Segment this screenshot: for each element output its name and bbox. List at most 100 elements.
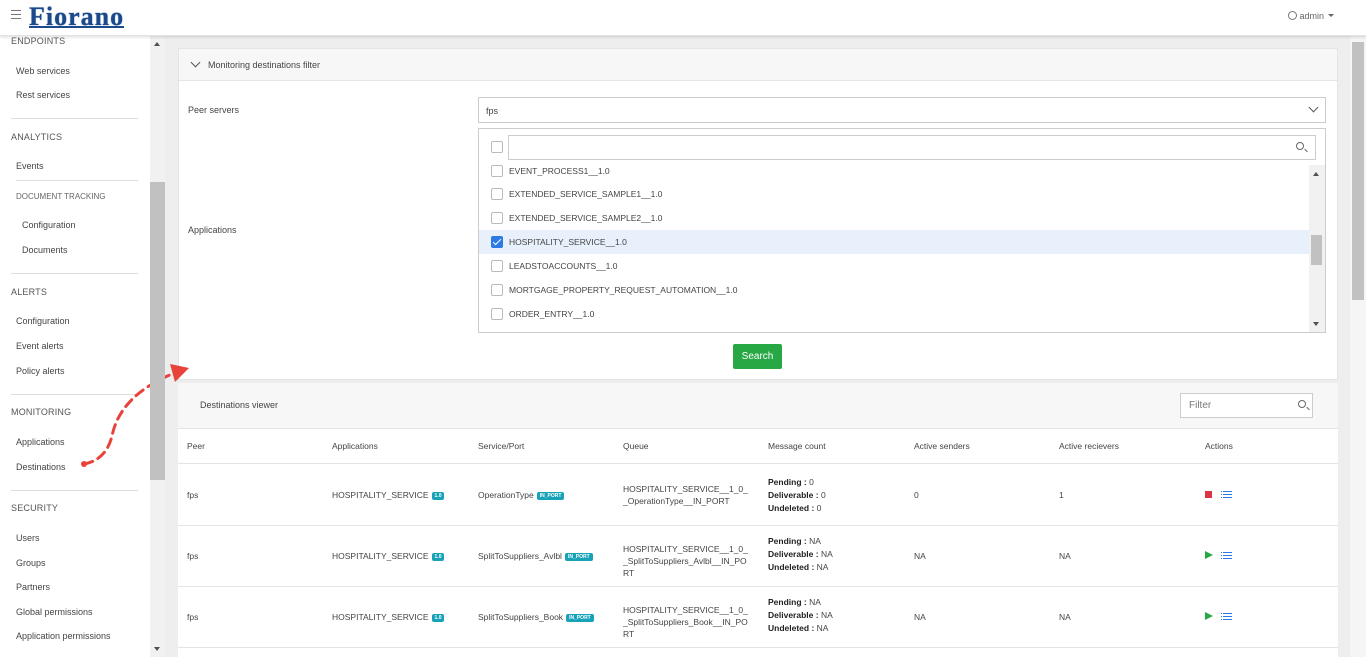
column-header[interactable]: Active senders <box>914 441 970 451</box>
table-row: fps HOSPITALITY_SERVICE 1.0 SplitToSuppli… <box>178 587 1338 648</box>
table-row: fps HOSPITALITY_SERVICE 1.0 OperationType… <box>178 465 1338 526</box>
search-icon[interactable] <box>1298 400 1306 408</box>
sidebar-item-application-permissions[interactable]: Application permissions <box>16 631 111 641</box>
filter-panel-header[interactable]: Monitoring destinations filter <box>179 49 1337 81</box>
sidebar-item-groups[interactable]: Groups <box>16 558 46 568</box>
undeleted-value: NA <box>816 623 829 633</box>
column-header[interactable]: Message count <box>768 441 826 451</box>
service-name: SplitToSuppliers_Avlbl <box>478 551 562 561</box>
sidebar-item-partners[interactable]: Partners <box>16 582 50 592</box>
column-header[interactable]: Queue <box>623 441 649 451</box>
application-cell: HOSPITALITY_SERVICE 1.0 <box>332 551 445 561</box>
filter-panel-title: Monitoring destinations filter <box>208 60 321 70</box>
list-item[interactable]: MORTGAGE_PROPERTY_REQUEST_AUTOMATION__1.… <box>479 278 1309 302</box>
column-header[interactable]: Applications <box>332 441 378 451</box>
applications-listbox[interactable]: EVENT_PROCESS1__1.0 EXTENDED_SERVICE_SAM… <box>478 128 1326 333</box>
column-header[interactable]: Actions <box>1205 441 1233 451</box>
sidebar-scrollbar[interactable] <box>150 36 165 657</box>
list-item[interactable]: EXTENDED_SERVICE_SAMPLE2__1.0 <box>479 206 1309 230</box>
scrollbar-thumb[interactable] <box>1311 235 1322 265</box>
stop-icon[interactable] <box>1205 491 1212 498</box>
pending-value: 0 <box>809 477 814 487</box>
column-header[interactable]: Service/Port <box>478 441 524 451</box>
app-checkbox[interactable] <box>491 260 503 272</box>
message-count-cell: Pending : NA Deliverable : NA Undeleted … <box>768 596 833 635</box>
version-badge: 1.0 <box>431 614 445 622</box>
port-badge: IN_PORT <box>564 553 593 561</box>
sidebar-item-alert-configuration[interactable]: Configuration <box>16 316 70 326</box>
deliverable-value: 0 <box>820 490 826 500</box>
app-checkbox[interactable] <box>491 165 503 177</box>
app-checkbox[interactable] <box>491 284 503 296</box>
list-item-selected[interactable]: HOSPITALITY_SERVICE__1.0 <box>479 230 1309 254</box>
sidebar-heading-endpoints: ENDPOINTS <box>11 36 66 46</box>
app-checkbox[interactable] <box>491 188 503 200</box>
list-icon[interactable] <box>1221 491 1232 499</box>
scrollbar-thumb[interactable] <box>150 182 165 480</box>
list-icon[interactable] <box>1221 613 1232 621</box>
sidebar-item-doc-configuration[interactable]: Configuration <box>22 220 76 230</box>
list-item[interactable]: EVENT_PROCESS1__1.0 <box>479 159 1309 183</box>
sidebar-item-users[interactable]: Users <box>16 533 40 543</box>
search-button[interactable]: Search <box>733 344 782 369</box>
list-item[interactable]: LEADSTOACCOUNTS__1.0 <box>479 254 1309 278</box>
user-menu[interactable]: admin <box>1288 11 1334 21</box>
scroll-down-icon[interactable] <box>154 647 160 651</box>
service-name: SplitToSuppliers_Book <box>478 612 564 622</box>
version-badge: 1.0 <box>431 492 445 500</box>
peer-servers-value: fps <box>486 106 499 116</box>
application-name: HOSPITALITY_SERVICE <box>332 490 429 500</box>
app-name: HOSPITALITY_SERVICE__1.0 <box>509 237 627 247</box>
active-senders-cell: NA <box>914 551 926 561</box>
pending-value: NA <box>809 597 821 607</box>
version-badge: 1.0 <box>431 553 445 561</box>
play-icon[interactable] <box>1205 612 1213 620</box>
queue-cell: HOSPITALITY_SERVICE__1_0__SplitToSupplie… <box>623 605 748 639</box>
sidebar-item-applications[interactable]: Applications <box>16 437 65 447</box>
peer-cell: fps <box>187 551 199 561</box>
user-name: admin <box>1299 11 1324 21</box>
app-name: EVENT_PROCESS1__1.0 <box>509 166 610 176</box>
logo[interactable]: Fiorano <box>29 3 125 31</box>
scrollbar-thumb[interactable] <box>1352 42 1364 300</box>
applications-scrollbar[interactable] <box>1309 165 1325 332</box>
sidebar-item-policy-alerts[interactable]: Policy alerts <box>16 366 65 376</box>
service-cell: SplitToSuppliers_Book IN_PORT <box>478 612 594 622</box>
message-count-cell: Pending : NA Deliverable : NA Undeleted … <box>768 535 833 574</box>
sidebar-item-documents[interactable]: Documents <box>22 245 68 255</box>
queue-cell: HOSPITALITY_SERVICE__1_0__SplitToSupplie… <box>623 544 748 578</box>
app-checkbox[interactable] <box>491 308 503 320</box>
list-icon[interactable] <box>1221 552 1232 560</box>
filter-input[interactable] <box>1189 394 1289 416</box>
filter-box[interactable] <box>1180 393 1313 418</box>
column-header[interactable]: Active recievers <box>1059 441 1119 451</box>
destinations-viewer: Destinations viewer Peer Applications Se… <box>178 383 1338 657</box>
sidebar-item-rest-services[interactable]: Rest services <box>16 90 70 100</box>
play-icon[interactable] <box>1205 551 1213 559</box>
app-checkbox-checked[interactable] <box>491 236 503 248</box>
menu-icon[interactable] <box>11 10 21 22</box>
app-name: EXTENDED_SERVICE_SAMPLE2__1.0 <box>509 213 663 223</box>
sidebar-item-destinations[interactable]: Destinations <box>16 462 66 472</box>
sidebar-item-global-permissions[interactable]: Global permissions <box>16 607 93 617</box>
select-all-checkbox[interactable] <box>491 141 503 153</box>
chevron-down-icon[interactable] <box>190 57 201 68</box>
sidebar-item-web-services[interactable]: Web services <box>16 66 70 76</box>
applications-search-input[interactable] <box>515 136 1275 158</box>
peer-servers-select[interactable]: fps <box>478 97 1326 123</box>
application-cell: HOSPITALITY_SERVICE 1.0 <box>332 612 445 622</box>
app-checkbox[interactable] <box>491 212 503 224</box>
scroll-up-icon[interactable] <box>154 42 160 46</box>
scroll-down-icon[interactable] <box>1313 322 1319 326</box>
sidebar-item-event-alerts[interactable]: Event alerts <box>16 341 64 351</box>
sidebar-heading-security: SECURITY <box>11 503 59 513</box>
list-item[interactable]: EXTENDED_SERVICE_SAMPLE1__1.0 <box>479 182 1309 206</box>
applications-search[interactable] <box>508 135 1316 160</box>
list-item[interactable]: ORDER_ENTRY__1.0 <box>479 302 1309 326</box>
scroll-up-icon[interactable] <box>1313 172 1319 176</box>
divider <box>11 273 138 274</box>
search-icon[interactable] <box>1296 142 1304 150</box>
page-scrollbar[interactable] <box>1350 36 1366 657</box>
sidebar-item-events[interactable]: Events <box>16 161 44 171</box>
viewer-header: Destinations viewer <box>178 383 1338 429</box>
